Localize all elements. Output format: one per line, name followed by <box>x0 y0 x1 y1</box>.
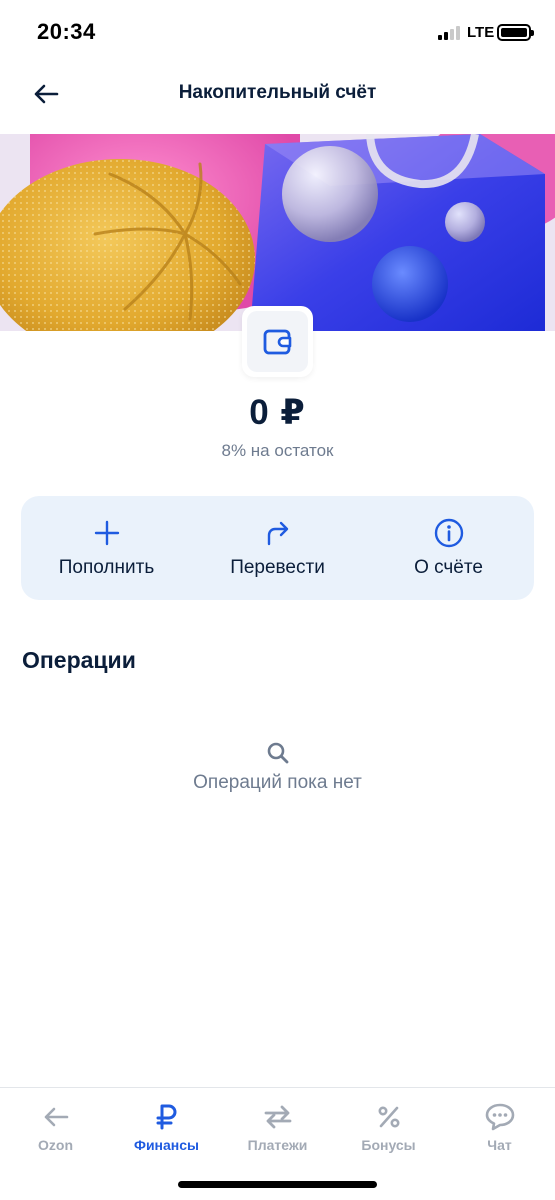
battery-icon <box>497 24 534 41</box>
action-label: О счёте <box>414 557 483 578</box>
screen: 20:34 LTE Накопительный счёт 0 ₽ 8% на о… <box>0 0 555 1200</box>
account-info-button[interactable]: О счёте <box>363 496 534 600</box>
arrow-left-icon <box>44 1107 68 1127</box>
action-label: Перевести <box>230 557 325 578</box>
network-type: LTE <box>467 24 495 41</box>
interest-rate: 8% на остаток <box>221 441 334 460</box>
info-icon <box>434 518 463 548</box>
transfer-button[interactable]: Перевести <box>192 496 363 600</box>
tab-label: Финансы <box>134 1137 199 1153</box>
percent-icon <box>377 1106 400 1128</box>
nav-bar: Накопительный счёт <box>0 66 555 128</box>
tab-finance[interactable]: Финансы <box>111 1088 222 1168</box>
account-actions: Пополнить Перевести О счёте <box>21 496 534 600</box>
tab-label: Ozon <box>38 1137 73 1153</box>
top-up-button[interactable]: Пополнить <box>21 496 192 600</box>
share-arrow-icon <box>267 521 288 546</box>
ruble-icon <box>156 1104 176 1130</box>
tab-label: Платежи <box>247 1137 308 1153</box>
page-title: Накопительный счёт <box>178 82 377 103</box>
empty-operations-text: Операций пока нет <box>193 772 362 793</box>
wallet-icon <box>263 329 291 354</box>
tab-ozon[interactable]: Ozon <box>0 1088 111 1168</box>
operations-title: Операции <box>22 647 136 673</box>
signal-icon <box>438 26 462 40</box>
status-bar: 20:34 LTE <box>0 0 555 66</box>
status-time: 20:34 <box>37 19 96 44</box>
account-icon-badge <box>242 306 313 377</box>
transfer-arrows-icon <box>264 1105 291 1129</box>
tab-payments[interactable]: Платежи <box>222 1088 333 1168</box>
chat-icon <box>485 1103 514 1131</box>
tab-label: Бонусы <box>361 1137 416 1153</box>
search-icon <box>267 742 289 764</box>
plus-icon <box>94 520 119 546</box>
action-label: Пополнить <box>58 557 155 578</box>
tab-label: Чат <box>487 1137 512 1153</box>
tab-chat[interactable]: Чат <box>444 1088 555 1168</box>
home-indicator[interactable] <box>178 1181 377 1188</box>
banner-illustration <box>0 134 555 331</box>
tab-bonuses[interactable]: Бонусы <box>333 1088 444 1168</box>
balance-amount: 0 ₽ <box>249 393 306 432</box>
